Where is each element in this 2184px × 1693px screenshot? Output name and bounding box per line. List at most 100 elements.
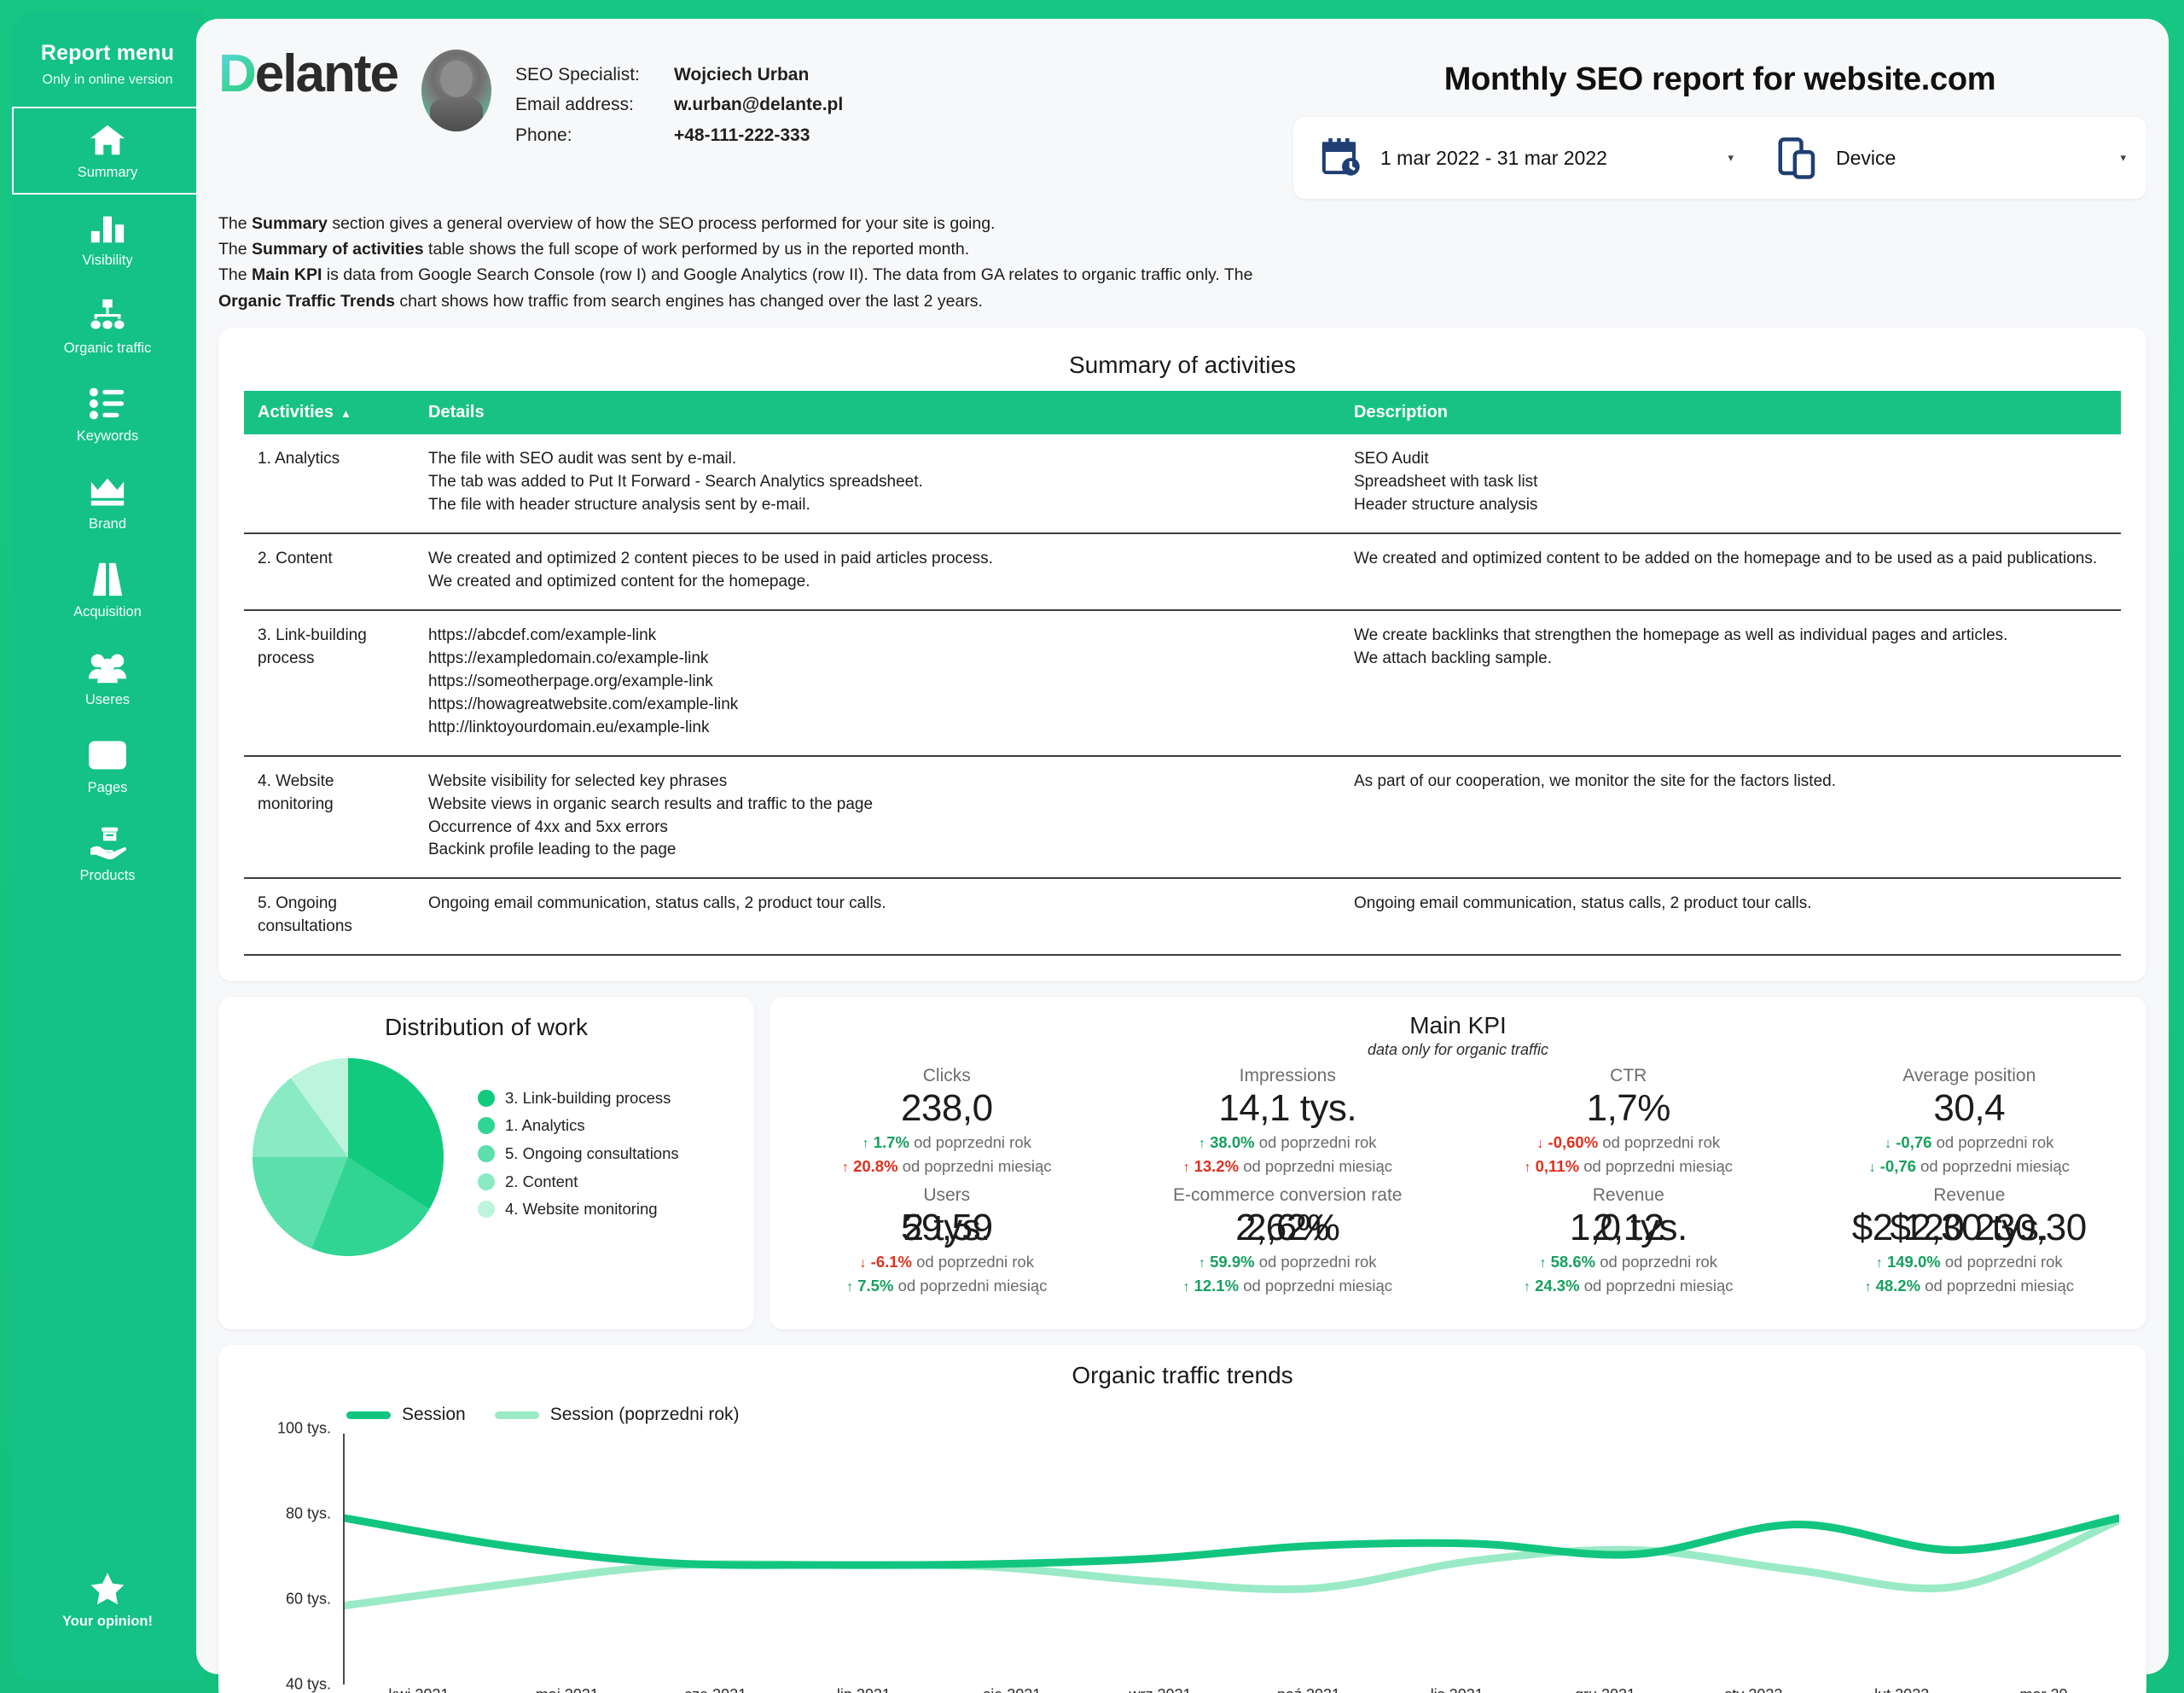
x-axis-tick: mar 20... (1976, 1686, 2124, 1693)
legend-item[interactable]: 5. Ongoing consultations (478, 1143, 679, 1164)
report-header: Delante SEO Specialist: Wojciech Urban E… (218, 38, 2146, 199)
logo-wordmark: elante (254, 44, 399, 103)
kpi-value: 30,4 (1804, 1086, 2135, 1131)
legend-item[interactable]: 4. Website monitoring (478, 1199, 679, 1219)
sidebar-item-acquisition[interactable]: Acquisition (12, 546, 203, 634)
home-icon (85, 120, 130, 160)
sidebar-item-keywords[interactable]: Keywords (12, 370, 203, 458)
x-axis-tick: lis 2021 (1383, 1686, 1531, 1693)
column-header-activities[interactable]: Activities ▲ (244, 390, 415, 434)
kpi-value-overlay: 2 tys. (903, 1207, 991, 1249)
intro-bold: Summary (252, 214, 328, 233)
kpi-delta-text: od poprzedni rok (1258, 1253, 1377, 1271)
chevron-down-icon[interactable]: ▾ (1728, 151, 1734, 165)
table-row: 5. Ongoing consultations Ongoing email c… (244, 878, 2121, 957)
sidebar-item-label: Summary (77, 165, 138, 180)
pie-chart-title: Distribution of work (384, 1014, 589, 1041)
intro-line-1: The Summary section gives a general over… (218, 211, 1268, 236)
kpi-delta-pct: 38.0% (1210, 1133, 1255, 1152)
sidebar-item-visibility[interactable]: Visibility (12, 195, 203, 282)
contact-row: Phone: +48-111-222-333 (515, 120, 843, 150)
cell-text: 5. Ongoing consultations (258, 894, 352, 936)
sidebar-subtitle: Only in online version (42, 73, 173, 87)
table-row: 1. Analytics The file with SEO audit was… (244, 433, 2121, 534)
kpi-delta-year: ↑ 59.9% od poprzedni rok (1123, 1250, 1454, 1274)
contact-value: +48-111-222-333 (673, 125, 810, 145)
kpi-delta-pct: 1.7% (873, 1133, 909, 1152)
kpi-header: Main KPI data only for organic traffic (776, 997, 2140, 1059)
calendar-clock-icon (1319, 135, 1365, 181)
sidebar-item-your-opinion[interactable]: Your opinion! (12, 1556, 203, 1644)
kpi-value-overlay: 1,0 tys. (1569, 1207, 1687, 1249)
sort-asc-icon[interactable]: ▲ (340, 407, 351, 420)
y-axis-tick: 40 tys. (285, 1675, 331, 1693)
kpi-delta-text: od poprzedni rok (914, 1133, 1031, 1152)
legend-item[interactable]: 1. Analytics (478, 1115, 679, 1136)
kpi-label: Impressions (1239, 1066, 1336, 1086)
cell-text: 4. Website monitoring (258, 771, 334, 813)
contact-value: Wojciech Urban (673, 65, 810, 84)
contact-label: Phone: (514, 125, 572, 145)
legend-swatch (478, 1117, 495, 1135)
kpi-delta-pct: 13.2% (1194, 1157, 1240, 1176)
sidebar-item-label: Useres (84, 692, 131, 707)
kpi-delta-text: od poprzedni miesiąc (1243, 1277, 1393, 1295)
legend-item[interactable]: 2. Content (478, 1172, 679, 1192)
star-icon (85, 1569, 130, 1609)
sidebar-item-summary[interactable]: Summary (12, 107, 203, 195)
contact-block: SEO Specialist: Wojciech Urban Email add… (515, 48, 843, 150)
bar-chart-icon (85, 208, 130, 247)
date-range-filter[interactable]: 1 mar 2022 - 31 mar 2022 ▾ (1293, 117, 1754, 199)
cell-activity: 1. Analytics (244, 433, 415, 534)
sidebar-item-useres[interactable]: Useres (12, 634, 203, 722)
legend-item-session-prev-year[interactable]: Session (poprzedni rok) (494, 1405, 740, 1425)
kpi-delta-pct: 7.5% (857, 1277, 894, 1295)
sidebar-item-products[interactable]: Products (12, 810, 203, 898)
legend-item[interactable]: 3. Link-building process (478, 1088, 679, 1108)
x-axis-tick: maj 2021 (493, 1686, 642, 1693)
kpi-label: Revenue (1592, 1185, 1664, 1206)
x-axis-tick: lut 2022 (1827, 1686, 1976, 1693)
header-right: Monthly SEO report for website.com 1 mar… (1293, 38, 2146, 199)
kpi-delta-text: od poprzedni miesiąc (1925, 1277, 2075, 1295)
legend-item-session[interactable]: Session (346, 1405, 466, 1425)
sidebar-item-brand[interactable]: Brand (12, 458, 203, 546)
kpi-delta-pct: -0,60% (1548, 1133, 1599, 1152)
kpi-label: Average position (1902, 1066, 2036, 1086)
kpi-tile: E-commerce conversion rate 2,62% 2,6% ↑ 59.… (1118, 1184, 1459, 1300)
kpi-tile: CTR 1,7% ↓ -0,60% od poprzedni rok ↑ 0,11% … (1458, 1064, 1799, 1180)
legend-swatch (478, 1172, 495, 1190)
sidebar-item-organic-traffic[interactable]: Organic traffic (12, 282, 203, 370)
kpi-delta-text: od poprzedni miesiąc (1920, 1157, 2070, 1176)
x-axis: kwi 2021maj 2021cze 2021lip 2021sie 2021… (241, 1686, 2124, 1693)
device-filter[interactable]: Device ▾ (1754, 117, 2146, 199)
trend-arrow-icon: ↑ (1539, 1256, 1547, 1271)
kpi-delta-pct: -6.1% (870, 1253, 912, 1271)
cell-description: Ongoing email communication, status call… (1340, 878, 2121, 957)
column-header-description[interactable]: Description (1340, 390, 2121, 434)
sidebar-item-label: Acquisition (73, 604, 142, 620)
trend-arrow-icon: ↑ (862, 1137, 869, 1152)
kpi-delta-year: ↓ -0,60% od poprzedni rok (1463, 1131, 1794, 1155)
trend-arrow-icon: ↓ (1868, 1161, 1876, 1176)
trends-legend: Session Session (poprzedni rok) (241, 1405, 2124, 1425)
date-range-value: 1 mar 2022 - 31 mar 2022 (1380, 146, 1607, 169)
bullet-list-icon (85, 384, 130, 423)
kpi-value-main: 238,0 (900, 1087, 993, 1130)
sidebar-item-label: Visibility (82, 253, 133, 268)
sitemap-icon (85, 296, 130, 335)
kpi-delta-year: ↓ -6.1% od poprzedni rok (781, 1250, 1112, 1274)
kpi-delta-year: ↑ 38.0% od poprzedni rok (1123, 1131, 1454, 1155)
kpi-delta-pct: 20.8% (853, 1157, 898, 1176)
chevron-down-icon[interactable]: ▾ (2120, 151, 2126, 165)
kpi-delta-month: ↑ 0,11% od poprzedni miesiąc (1463, 1155, 1794, 1178)
column-header-details[interactable]: Details (415, 390, 1340, 434)
cell-text: As part of our cooperation, we monitor t… (1354, 771, 1836, 790)
kpi-label: Users (923, 1185, 971, 1206)
x-axis-tick: lip 2021 (789, 1686, 938, 1693)
sidebar-item-pages[interactable]: Pages (12, 722, 203, 810)
kpi-delta-pct: 24.3% (1535, 1277, 1580, 1295)
kpi-value-main: 14,1 tys. (1218, 1087, 1357, 1130)
intro-text-part: chart shows how traffic from search engi… (394, 291, 983, 311)
intro-text-part: is data from Google Search Console (row … (322, 265, 1253, 285)
